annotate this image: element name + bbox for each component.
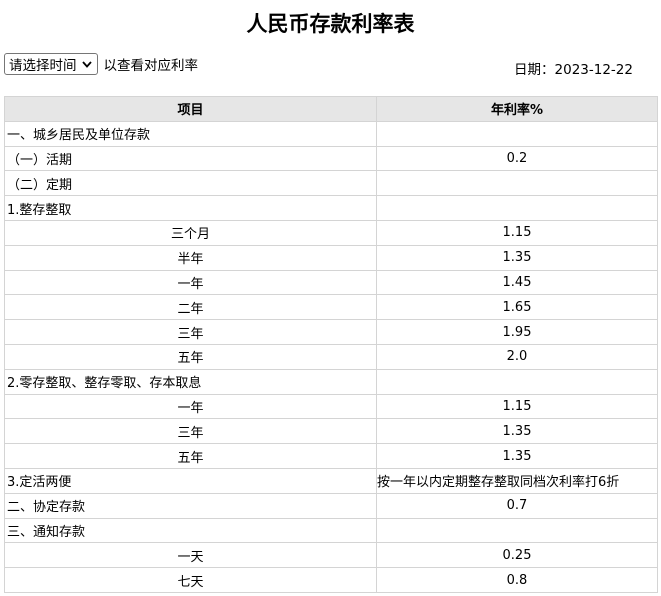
page-title: 人民币存款利率表 bbox=[246, 12, 415, 36]
date-display: 日期：2023-12-22 bbox=[514, 58, 633, 78]
time-controls: 请选择时间 以查看对应利率 bbox=[4, 53, 198, 75]
rate-table-body: 一、城乡居民及单位存款 （一）活期 0.2 （二）定期 1.整存整取 三个月 1.15 半年 1… bbox=[4, 120, 658, 593]
rate-table: 项目 年利率% 一、城乡居民及单位存款 （一）活期 0.2 （二）定期 1.整存整取 三个… bbox=[4, 96, 658, 593]
row-item: 半年 bbox=[4, 244, 377, 271]
row-rate bbox=[376, 120, 658, 147]
table-row: 1.整存整取 bbox=[4, 195, 658, 221]
row-rate: 1.15 bbox=[376, 393, 658, 420]
select-hint: 以查看对应利率 bbox=[103, 58, 199, 74]
row-rate: 1.95 bbox=[376, 319, 658, 345]
row-rate: 0.7 bbox=[376, 492, 658, 519]
column-header-rate: 年利率% bbox=[376, 96, 658, 122]
table-row: 二年 1.65 bbox=[4, 294, 658, 321]
row-rate: 0.25 bbox=[376, 542, 658, 569]
date-label: 日期： bbox=[514, 62, 555, 78]
row-rate bbox=[376, 368, 658, 395]
table-row: 三、通知存款 bbox=[4, 517, 658, 544]
row-rate: 0.2 bbox=[376, 145, 658, 172]
row-rate: 1.65 bbox=[376, 294, 658, 321]
table-row: 3.定活两便 按一年以内定期整存整取同档次利率打6折 bbox=[4, 467, 658, 494]
row-item: 五年 bbox=[4, 443, 377, 469]
row-item: 二年 bbox=[4, 294, 377, 321]
row-rate: 0.8 bbox=[376, 567, 658, 593]
row-rate: 1.15 bbox=[376, 219, 658, 246]
time-select-value: 请选择时间 bbox=[9, 58, 77, 74]
page: 人民币存款利率表 请选择时间 以查看对应利率 日期：2023-12-22 项目 … bbox=[0, 0, 661, 596]
table-row: 一、城乡居民及单位存款 bbox=[4, 120, 658, 147]
column-header-item: 项目 bbox=[4, 96, 377, 122]
row-item: 三年 bbox=[4, 319, 377, 345]
row-rate bbox=[376, 195, 658, 221]
table-header-row: 项目 年利率% bbox=[4, 96, 658, 122]
row-item: （二）定期 bbox=[4, 170, 377, 197]
table-row: 2.零存整取、整存零取、存本取息 bbox=[4, 368, 658, 395]
table-row: 七天 0.8 bbox=[4, 567, 658, 593]
table-row: 三年 1.35 bbox=[4, 418, 658, 445]
row-item: 1.整存整取 bbox=[4, 195, 377, 221]
table-row: 三个月 1.15 bbox=[4, 219, 658, 246]
row-item: 五年 bbox=[4, 343, 377, 370]
table-row: 二、协定存款 0.7 bbox=[4, 492, 658, 519]
row-item: 一年 bbox=[4, 393, 377, 420]
row-rate: 1.45 bbox=[376, 269, 658, 296]
row-item: 二、协定存款 bbox=[4, 492, 377, 519]
table-row: 三年 1.95 bbox=[4, 319, 658, 345]
row-item: 3.定活两便 bbox=[4, 467, 377, 494]
row-item: 2.零存整取、整存零取、存本取息 bbox=[4, 368, 377, 395]
row-item: 一天 bbox=[4, 542, 377, 569]
chevron-down-icon bbox=[81, 61, 92, 68]
table-row: 五年 2.0 bbox=[4, 343, 658, 370]
row-rate bbox=[376, 170, 658, 197]
row-rate: 1.35 bbox=[376, 244, 658, 271]
row-item: 一年 bbox=[4, 269, 377, 296]
row-rate: 1.35 bbox=[376, 443, 658, 469]
table-row: 一年 1.45 bbox=[4, 269, 658, 296]
row-rate: 2.0 bbox=[376, 343, 658, 370]
row-item: 三个月 bbox=[4, 219, 377, 246]
table-row: 一天 0.25 bbox=[4, 542, 658, 569]
date-value: 2023-12-22 bbox=[554, 62, 633, 78]
row-item: 七天 bbox=[4, 567, 377, 593]
table-row: （二）定期 bbox=[4, 170, 658, 197]
row-item: 三、通知存款 bbox=[4, 517, 377, 544]
row-item: 三年 bbox=[4, 418, 377, 445]
table-row: （一）活期 0.2 bbox=[4, 145, 658, 172]
table-row: 一年 1.15 bbox=[4, 393, 658, 420]
row-item: 一、城乡居民及单位存款 bbox=[4, 120, 377, 147]
row-rate: 1.35 bbox=[376, 418, 658, 445]
row-item: （一）活期 bbox=[4, 145, 377, 172]
table-row: 五年 1.35 bbox=[4, 443, 658, 469]
table-row: 半年 1.35 bbox=[4, 244, 658, 271]
row-rate: 按一年以内定期整存整取同档次利率打6折 bbox=[376, 467, 658, 494]
time-select[interactable]: 请选择时间 bbox=[4, 53, 98, 75]
row-rate bbox=[376, 517, 658, 544]
